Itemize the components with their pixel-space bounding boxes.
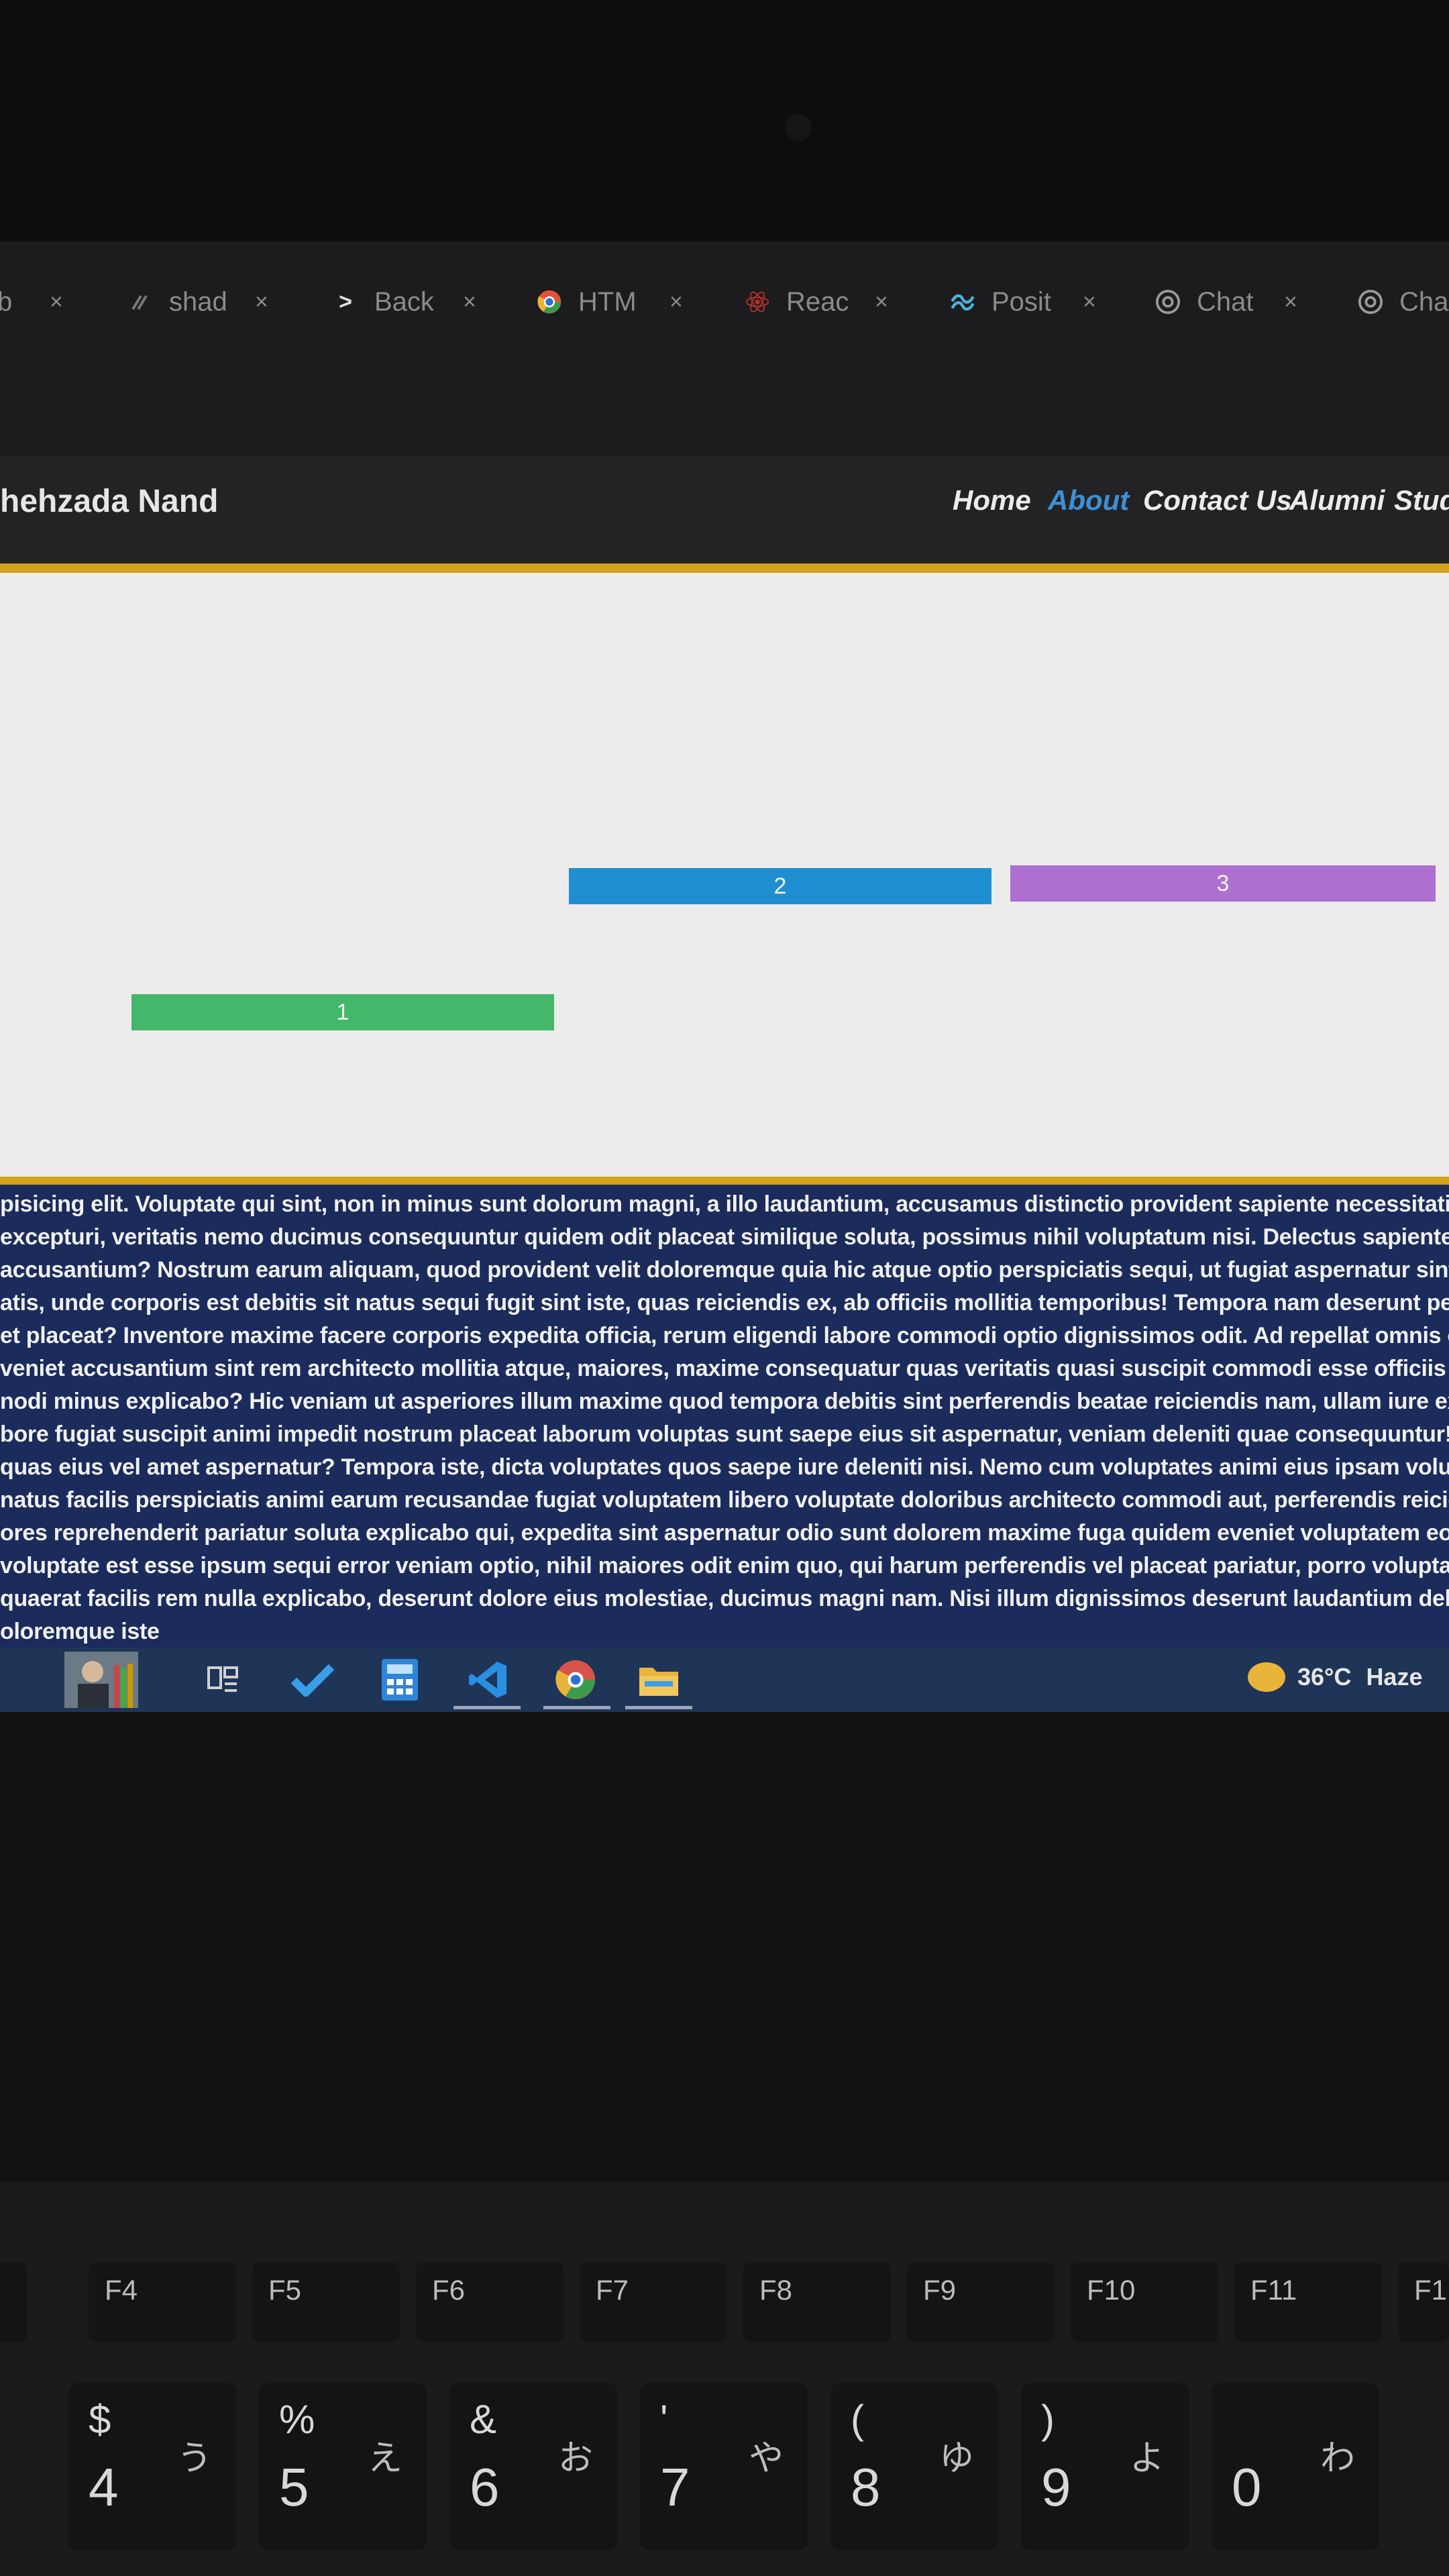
chatgpt-icon bbox=[1155, 289, 1181, 315]
nav-students[interactable]: Stude bbox=[1394, 484, 1449, 517]
tab-3[interactable]: HTM × bbox=[537, 275, 683, 329]
lorem-text-section: pisicing elit. Voluptate qui sint, non i… bbox=[0, 1185, 1449, 1648]
nav-about[interactable]: About bbox=[1048, 484, 1129, 517]
webcam bbox=[785, 114, 812, 141]
tab-label: Posit bbox=[991, 286, 1051, 317]
key-f4: F4 bbox=[89, 2262, 236, 2343]
react-icon bbox=[745, 289, 770, 315]
site-header: hehzada Nand Home About Contact Us Alumn… bbox=[0, 456, 1449, 564]
tab-7[interactable]: Cha bbox=[1358, 275, 1448, 329]
close-icon[interactable]: × bbox=[463, 289, 476, 315]
key-f5: F5 bbox=[252, 2262, 400, 2343]
tab-label: Chat bbox=[1197, 286, 1254, 317]
monitor-bezel-bottom bbox=[0, 1712, 1449, 2182]
browser-toolbar bbox=[0, 356, 1449, 456]
nav-contact-us[interactable]: Contact Us bbox=[1143, 484, 1292, 517]
key-4: $4 う bbox=[68, 2383, 236, 2551]
tab-5[interactable]: Posit × bbox=[950, 275, 1096, 329]
key-9: ) 9 よ bbox=[1021, 2383, 1189, 2551]
running-indicator bbox=[453, 1706, 521, 1709]
file-explorer-icon[interactable] bbox=[635, 1656, 683, 1704]
key-f3 bbox=[0, 2262, 27, 2343]
grid-item-label: 2 bbox=[773, 873, 787, 899]
paragraph-line: voluptate est esse ipsum sequi error ven… bbox=[0, 1553, 1449, 1578]
weather-desc: Haze bbox=[1366, 1663, 1423, 1690]
chrome-icon bbox=[537, 289, 562, 315]
paragraph-line: veniet accusantium sint rem architecto m… bbox=[0, 1356, 1449, 1381]
header-divider bbox=[0, 564, 1449, 573]
paragraph-line: nodi minus explicabo? Hic veniam ut aspe… bbox=[0, 1389, 1449, 1414]
chatgpt-icon bbox=[1358, 289, 1383, 315]
monitor-bezel-top bbox=[0, 0, 1449, 241]
avatar[interactable] bbox=[64, 1652, 138, 1708]
chevron-right-icon: > bbox=[339, 288, 352, 315]
paragraph-line: quas eius vel amet aspernatur? Tempora i… bbox=[0, 1454, 1449, 1480]
running-indicator bbox=[543, 1706, 610, 1709]
paragraph-line: bore fugiat suscipit animi impedit nostr… bbox=[0, 1421, 1449, 1447]
tab-2[interactable]: > Back × bbox=[333, 275, 476, 329]
grid-item-3: 3 bbox=[1010, 865, 1436, 902]
key-f10: F10 bbox=[1071, 2262, 1218, 2343]
key-f12: F1 bbox=[1398, 2262, 1449, 2343]
paragraph-line: excepturi, veritatis nemo ducimus conseq… bbox=[0, 1224, 1449, 1250]
close-icon[interactable]: × bbox=[255, 289, 268, 315]
windows-taskbar: 36°C Haze bbox=[0, 1648, 1449, 1712]
close-icon[interactable]: × bbox=[50, 289, 63, 315]
grid-item-1: 1 bbox=[131, 994, 554, 1030]
tab-1[interactable]: shad × bbox=[127, 275, 268, 329]
running-indicator bbox=[625, 1706, 692, 1709]
tab-label: b bbox=[0, 286, 13, 317]
grid-item-2: 2 bbox=[569, 868, 991, 904]
slash-icon bbox=[127, 289, 153, 315]
key-f6: F6 bbox=[416, 2262, 564, 2343]
tab-label: shad bbox=[169, 286, 227, 317]
paragraph-line: pisicing elit. Voluptate qui sint, non i… bbox=[0, 1191, 1449, 1217]
paragraph-line: quaerat facilis rem nulla explicabo, des… bbox=[0, 1586, 1449, 1611]
grid-section: 1 2 3 bbox=[0, 573, 1449, 1177]
key-f11: F11 bbox=[1234, 2262, 1382, 2343]
tab-label: Reac bbox=[786, 286, 849, 317]
weather-temp: 36°C bbox=[1297, 1663, 1352, 1690]
key-f8: F8 bbox=[743, 2262, 891, 2343]
key-f9: F9 bbox=[907, 2262, 1055, 2343]
close-icon[interactable]: × bbox=[1284, 289, 1297, 315]
site-brand[interactable]: hehzada Nand bbox=[0, 483, 218, 520]
close-icon[interactable]: × bbox=[669, 289, 683, 315]
vscode-icon[interactable] bbox=[464, 1656, 513, 1704]
tab-label: HTM bbox=[578, 286, 637, 317]
paragraph-line: et placeat? Inventore maxime facere corp… bbox=[0, 1323, 1449, 1348]
laptop-keyboard: F4 F5 F6 F7 F8 F9 F10 F11 F1 $4 う % 5 え & 6 お… bbox=[0, 2182, 1449, 2576]
weather-widget[interactable]: 36°C Haze bbox=[1248, 1662, 1422, 1692]
grid-item-label: 3 bbox=[1216, 870, 1230, 896]
key-f7: F7 bbox=[580, 2262, 727, 2343]
paragraph-line: oloremque iste bbox=[0, 1619, 160, 1644]
key-7: ' 7 や bbox=[640, 2383, 808, 2551]
paragraph-line: ores reprehenderit pariatur soluta expli… bbox=[0, 1520, 1449, 1546]
haze-weather-icon bbox=[1248, 1662, 1285, 1692]
paragraph-line: atis, unde corporis est debitis sit natu… bbox=[0, 1290, 1449, 1316]
key-0: 0わ bbox=[1212, 2383, 1379, 2551]
tab-4[interactable]: Reac × bbox=[745, 275, 888, 329]
browser-tab-strip: b × shad × > Back × HTM × Reac × Posit × bbox=[0, 241, 1449, 356]
tailwind-icon bbox=[950, 289, 975, 315]
key-6: & 6 お bbox=[449, 2383, 617, 2551]
todo-check-icon[interactable] bbox=[288, 1656, 337, 1704]
tab-label: Back bbox=[374, 286, 434, 317]
paragraph-line: natus facilis perspiciatis animi earum r… bbox=[0, 1487, 1449, 1513]
nav-alumni[interactable]: Alumni bbox=[1289, 484, 1385, 517]
grid-item-label: 1 bbox=[336, 999, 350, 1025]
task-view-icon[interactable] bbox=[199, 1656, 247, 1704]
tab-label: Cha bbox=[1399, 286, 1449, 317]
tab-0[interactable]: b × bbox=[0, 275, 63, 329]
close-icon[interactable]: × bbox=[1083, 289, 1096, 315]
calculator-icon[interactable] bbox=[376, 1656, 424, 1704]
key-8: (8 ゆ bbox=[830, 2383, 998, 2551]
tab-6[interactable]: Chat × bbox=[1155, 275, 1297, 329]
nav-home[interactable]: Home bbox=[953, 484, 1031, 517]
paragraph-line: accusantium? Nostrum earum aliquam, quod… bbox=[0, 1257, 1449, 1283]
chrome-icon[interactable] bbox=[551, 1656, 600, 1704]
key-5: % 5 え bbox=[259, 2383, 427, 2551]
section-divider bbox=[0, 1177, 1449, 1185]
close-icon[interactable]: × bbox=[875, 289, 888, 315]
